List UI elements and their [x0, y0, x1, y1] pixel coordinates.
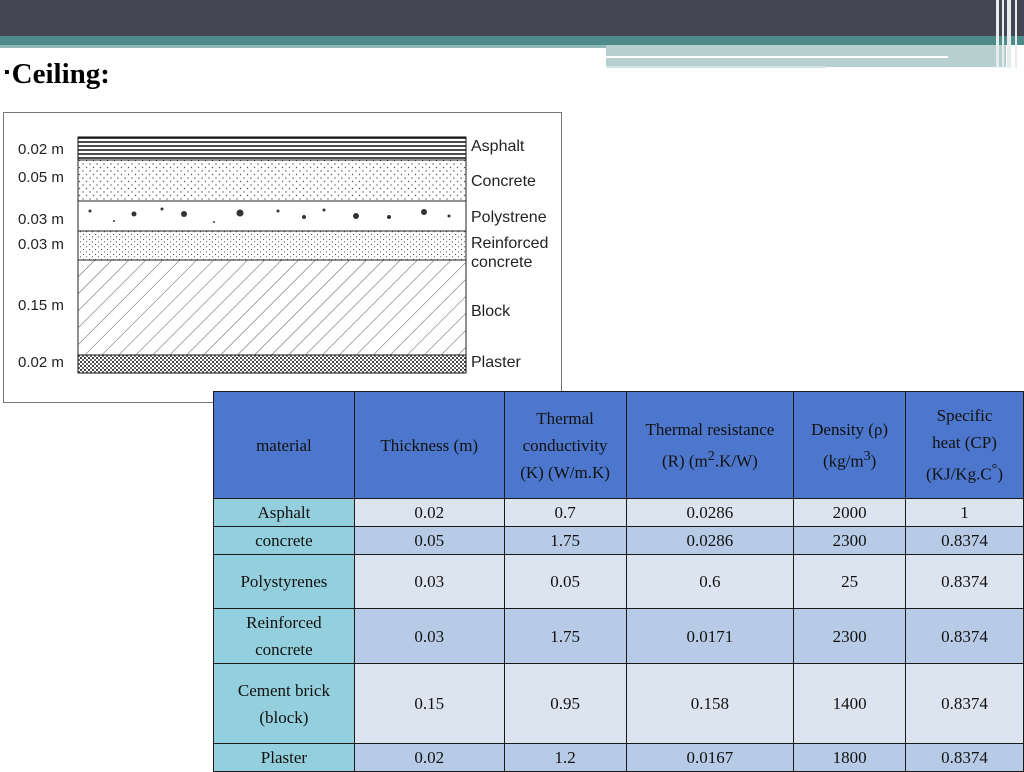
layer-label: Asphalt	[471, 138, 525, 155]
square-bullet-icon: ▪	[4, 64, 10, 81]
cell-resistance: 0.0286	[625, 526, 795, 555]
slide-title: Ceiling:	[11, 58, 110, 90]
thickness-label: 0.05 m	[18, 169, 64, 186]
table-row: Asphalt 0.02 0.7 0.0286 2000 1	[213, 498, 1024, 527]
cell-specific-heat: 0.8374	[905, 526, 1024, 555]
layer-label: Concrete	[471, 173, 536, 190]
table-row: Reinforced concrete 0.03 1.75 0.0171 2300…	[213, 608, 1024, 664]
cell-conductivity: 0.7	[503, 498, 627, 527]
header-density: Density (ρ) (kg/m3)	[793, 391, 907, 499]
header-material: material	[213, 391, 355, 499]
right-decor-line-2	[606, 66, 826, 68]
plaster-layer	[77, 354, 467, 374]
cell-specific-heat: 1	[905, 498, 1024, 527]
concrete-layer	[77, 159, 467, 202]
thickness-label: 0.03 m	[18, 211, 64, 228]
table-row: Cement brick (block) 0.15 0.95 0.158 1400…	[213, 663, 1024, 744]
cell-resistance: 0.0286	[625, 498, 795, 527]
layer-label-line: Reinforced	[471, 235, 549, 252]
cell-thickness: 0.03	[353, 554, 505, 609]
cell-conductivity: 0.95	[503, 663, 627, 744]
cell-material: concrete	[213, 526, 355, 555]
thickness-label: 0.02 m	[18, 141, 64, 158]
layer-label: Reinforced concrete	[471, 234, 548, 272]
table-row: Polystyrenes 0.03 0.05 0.6 25 0.8374	[213, 554, 1024, 609]
cell-thickness: 0.03	[353, 608, 505, 664]
layer-label: Block	[471, 303, 511, 320]
ceiling-layers-diagram: 0.02 m 0.05 m 0.03 m 0.03 m 0.15 m 0.02 …	[3, 112, 562, 403]
table-row: Plaster 0.02 1.2 0.0167 1800 0.8374	[213, 743, 1024, 772]
layer-label: Polystrene	[471, 209, 547, 226]
layer-label: Plaster	[471, 354, 521, 371]
cell-resistance: 0.0167	[625, 743, 795, 772]
cell-specific-heat: 0.8374	[905, 608, 1024, 664]
cell-resistance: 0.158	[625, 663, 795, 744]
cell-conductivity: 1.75	[503, 526, 627, 555]
cell-conductivity: 1.75	[503, 608, 627, 664]
polystrene-layer	[77, 200, 467, 232]
cell-specific-heat: 0.8374	[905, 663, 1024, 744]
cell-material: Plaster	[213, 743, 355, 772]
cell-resistance: 0.6	[625, 554, 795, 609]
slide-heading: ▪Ceiling:	[4, 58, 110, 91]
header-specific-heat: Specific heat (CP) (KJ/Kg.C°)	[905, 391, 1024, 499]
cell-thickness: 0.02	[353, 743, 505, 772]
cell-density: 2000	[793, 498, 907, 527]
cell-specific-heat: 0.8374	[905, 554, 1024, 609]
thickness-label: 0.03 m	[18, 236, 64, 253]
cell-thickness: 0.05	[353, 526, 505, 555]
header-resistance: Thermal resistance (R) (m2.K/W)	[625, 391, 795, 499]
cell-density: 2300	[793, 526, 907, 555]
cell-conductivity: 0.05	[503, 554, 627, 609]
cell-material: Asphalt	[213, 498, 355, 527]
cell-material: Polystyrenes	[213, 554, 355, 609]
top-decor-band	[0, 0, 1024, 36]
cell-material: Reinforced concrete	[213, 608, 355, 664]
reinforced-concrete-layer	[77, 230, 467, 261]
cell-density: 25	[793, 554, 907, 609]
thickness-label: 0.15 m	[18, 297, 64, 314]
cell-density: 1800	[793, 743, 907, 772]
cell-material: Cement brick (block)	[213, 663, 355, 744]
block-layer	[77, 259, 467, 356]
layer-label-line: concrete	[471, 254, 533, 271]
material-properties-table: material Thickness (m) Thermal conductivi…	[213, 391, 1024, 772]
table-header-row: material Thickness (m) Thermal conductivi…	[213, 391, 1024, 499]
right-decor-line	[606, 56, 948, 58]
asphalt-layer	[77, 136, 467, 161]
cell-density: 2300	[793, 608, 907, 664]
decor-line	[0, 45, 606, 48]
teal-decor-band	[0, 36, 1024, 45]
table-row: concrete 0.05 1.75 0.0286 2300 0.8374	[213, 526, 1024, 555]
cell-thickness: 0.02	[353, 498, 505, 527]
thickness-label: 0.02 m	[18, 354, 64, 371]
cell-thickness: 0.15	[353, 663, 505, 744]
header-conductivity: Thermal conductivity (K) (W/m.K)	[503, 391, 627, 499]
vertical-decor-bars	[992, 0, 1024, 68]
cell-resistance: 0.0171	[625, 608, 795, 664]
cell-conductivity: 1.2	[503, 743, 627, 772]
header-thickness: Thickness (m)	[353, 391, 505, 499]
cell-density: 1400	[793, 663, 907, 744]
cell-specific-heat: 0.8374	[905, 743, 1024, 772]
